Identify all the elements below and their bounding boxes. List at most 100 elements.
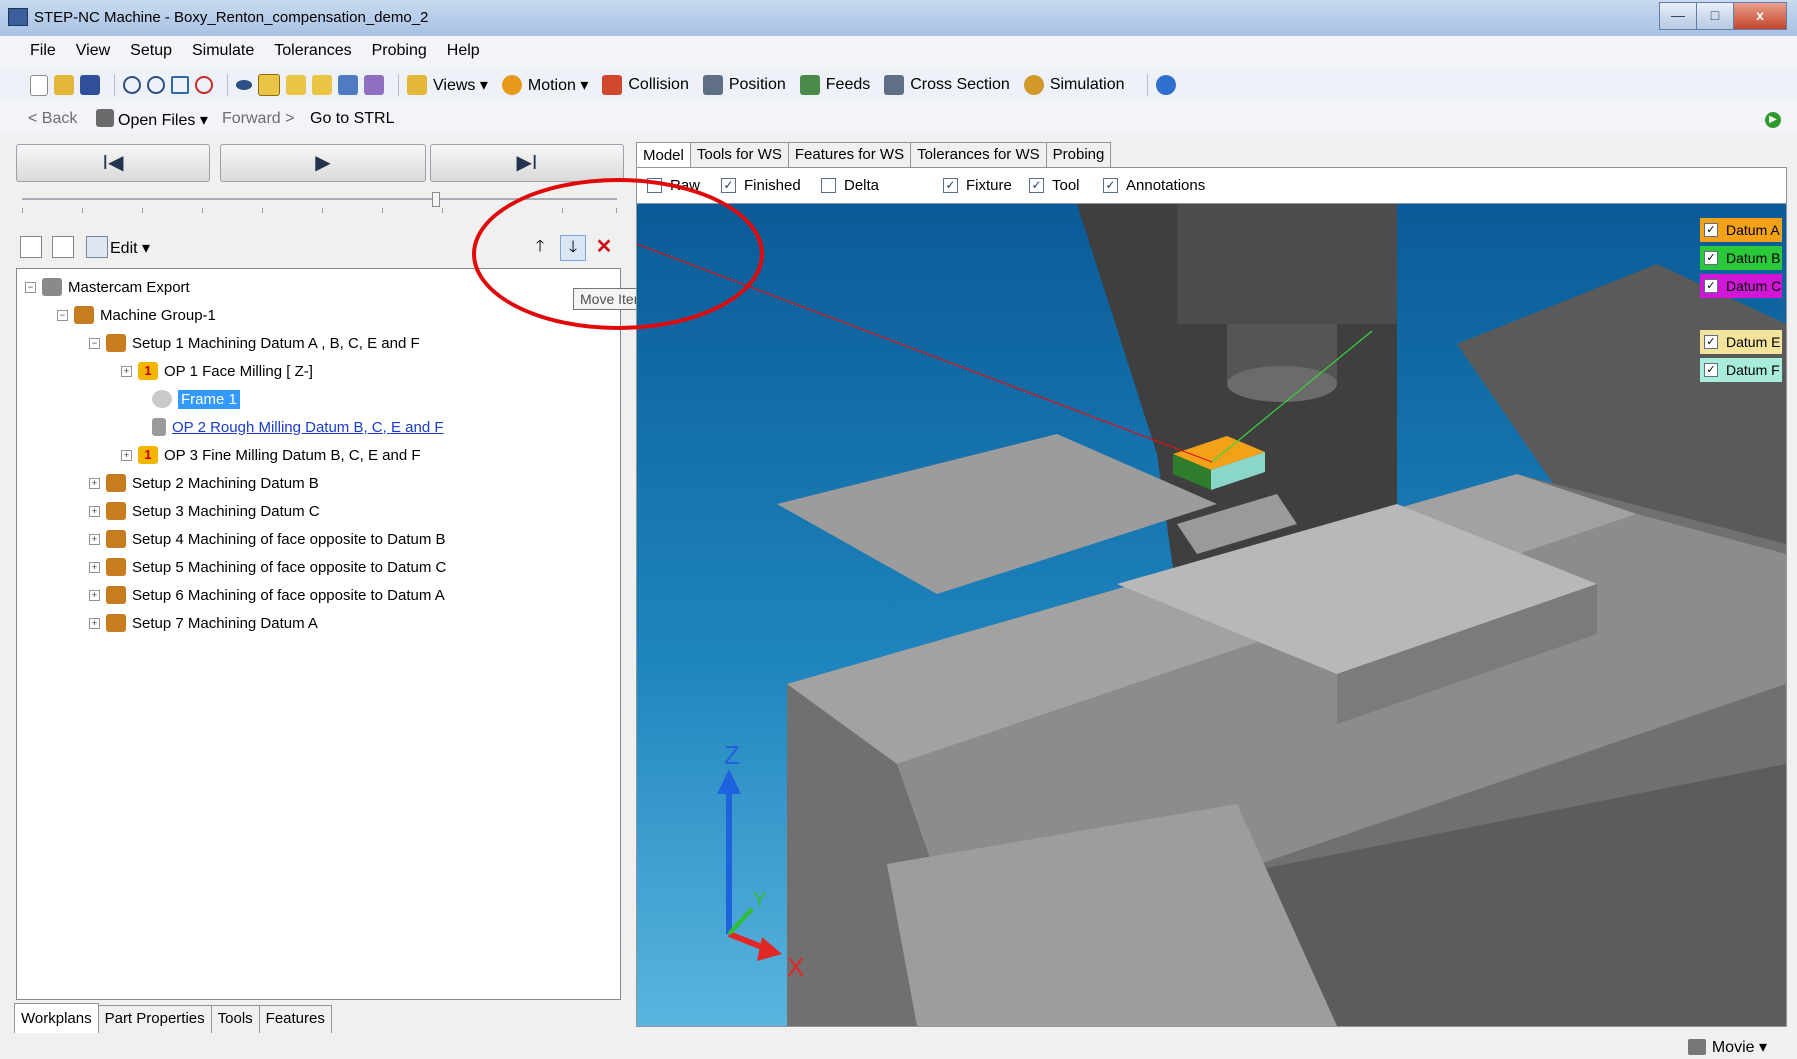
zoom-fit-icon[interactable]	[171, 76, 189, 94]
collision-button[interactable]: Collision	[628, 76, 688, 94]
finished-checkbox[interactable]: ✓ Finished	[721, 177, 801, 194]
tab-model[interactable]: Model	[636, 142, 691, 168]
3d-viewport[interactable]: Z Y X ✓ Datum A ✓ Datum B ✓ Datum C ✓ Datum …	[636, 203, 1787, 1027]
play-button[interactable]: ▶	[220, 144, 426, 182]
tree-node-setup-1[interactable]: − Setup 1 Machining Datum A , B, C, E an…	[89, 331, 420, 355]
position-button[interactable]: Position	[729, 76, 786, 94]
expand-icon[interactable]: +	[89, 589, 100, 601]
go-icon[interactable]: ▶	[1765, 112, 1781, 128]
tree-node-machine-group[interactable]: − Machine Group-1	[57, 303, 216, 327]
open-folder-icon[interactable]	[54, 75, 74, 95]
forward-button[interactable]: Forward >	[222, 110, 294, 128]
paste-icon[interactable]	[52, 236, 74, 258]
datum-e-toggle[interactable]: ✓ Datum E	[1700, 330, 1782, 354]
tree-node-root[interactable]: − Mastercam Export	[25, 275, 190, 299]
views-icon	[407, 75, 427, 95]
pan-icon[interactable]	[258, 74, 280, 96]
datum-b-toggle[interactable]: ✓ Datum B	[1700, 246, 1782, 270]
menu-help[interactable]: Help	[437, 36, 490, 60]
tab-tools-for-ws[interactable]: Tools for WS	[689, 142, 789, 168]
cross-section-icon	[884, 75, 905, 95]
views-menu[interactable]: Views ▾	[433, 75, 488, 95]
menu-file[interactable]: File	[0, 36, 66, 60]
open-files-menu[interactable]: Open Files ▾	[118, 110, 208, 130]
tree-label: Setup 4 Machining of face opposite to Da…	[132, 530, 446, 548]
tree-node-frame-1[interactable]: Frame 1	[152, 387, 240, 411]
datum-checkbox: ✓	[1704, 363, 1718, 377]
save-icon[interactable]	[80, 75, 100, 95]
menu-simulate[interactable]: Simulate	[182, 36, 264, 60]
feeds-button[interactable]: Feeds	[826, 76, 870, 94]
minimize-button[interactable]: —	[1659, 2, 1697, 30]
measure-icon[interactable]	[338, 75, 358, 95]
tree-node-setup-5[interactable]: + Setup 5 Machining of face opposite to …	[89, 555, 446, 579]
delta-checkbox[interactable]: Delta	[821, 177, 879, 194]
tab-tolerances-for-ws[interactable]: Tolerances for WS	[910, 142, 1047, 168]
collapse-icon[interactable]: −	[25, 281, 36, 293]
menu-view[interactable]: View	[66, 36, 120, 60]
cross-section-button[interactable]: Cross Section	[910, 76, 1010, 94]
copy-icon[interactable]	[20, 236, 42, 258]
datum-c-toggle[interactable]: ✓ Datum C	[1700, 274, 1782, 298]
fixture-checkbox[interactable]: ✓ Fixture	[943, 177, 1012, 194]
tab-probing[interactable]: Probing	[1045, 142, 1112, 168]
menu-setup[interactable]: Setup	[120, 36, 182, 60]
close-button[interactable]: x	[1733, 2, 1787, 30]
datum-a-toggle[interactable]: ✓ Datum A	[1700, 218, 1782, 242]
tree-node-setup-6[interactable]: + Setup 6 Machining of face opposite to …	[89, 583, 445, 607]
tree-node-setup-4[interactable]: + Setup 4 Machining of face opposite to …	[89, 527, 446, 551]
timeline-slider-knob[interactable]	[432, 192, 440, 207]
highlight-circle	[472, 178, 764, 330]
tab-features[interactable]: Features	[258, 1005, 332, 1033]
help-icon[interactable]	[1155, 75, 1176, 95]
navigation-bar: < Back Open Files ▾ Forward > Go to STRL…	[0, 102, 1797, 134]
checkbox-label: Fixture	[966, 177, 1012, 194]
simulation-button[interactable]: Simulation	[1050, 76, 1125, 94]
center-icon[interactable]	[195, 76, 213, 94]
inspect-icon[interactable]	[364, 75, 384, 95]
annotations-checkbox[interactable]: ✓ Annotations	[1103, 177, 1205, 194]
edit-menu[interactable]: Edit ▾	[110, 238, 150, 258]
tab-workplans[interactable]: Workplans	[14, 1003, 99, 1033]
expand-icon[interactable]: +	[89, 477, 100, 489]
tree-node-op-3[interactable]: + 1 OP 3 Fine Milling Datum B, C, E and …	[121, 443, 421, 467]
back-button[interactable]: < Back	[28, 110, 77, 128]
datum-f-toggle[interactable]: ✓ Datum F	[1700, 358, 1782, 382]
frame-icon	[152, 390, 172, 408]
spindle-bottom	[1227, 366, 1337, 402]
menu-tolerances[interactable]: Tolerances	[264, 36, 361, 60]
new-file-icon[interactable]	[30, 74, 48, 96]
tab-features-for-ws[interactable]: Features for WS	[787, 142, 912, 168]
collapse-icon[interactable]: −	[89, 337, 100, 349]
expand-icon[interactable]: +	[121, 365, 132, 377]
first-frame-button[interactable]: I◀	[16, 144, 210, 182]
movie-menu[interactable]: Movie ▾	[1687, 1037, 1767, 1057]
tab-part-properties[interactable]: Part Properties	[97, 1005, 212, 1033]
tree-node-op-2[interactable]: OP 2 Rough Milling Datum B, C, E and F	[152, 415, 444, 439]
tree-node-op-1[interactable]: + 1 OP 1 Face Milling [ Z-]	[121, 359, 313, 383]
tree-label: OP 2 Rough Milling Datum B, C, E and F	[172, 418, 444, 436]
tree-node-setup-3[interactable]: + Setup 3 Machining Datum C	[89, 499, 320, 523]
menu-probing[interactable]: Probing	[362, 36, 437, 60]
tree-label: Setup 3 Machining Datum C	[132, 502, 320, 520]
zoom-out-icon[interactable]	[147, 76, 165, 94]
tool-checkbox[interactable]: ✓ Tool	[1029, 177, 1080, 194]
expand-icon[interactable]: +	[89, 617, 100, 629]
tree-node-setup-7[interactable]: + Setup 7 Machining Datum A	[89, 611, 318, 635]
expand-icon[interactable]: +	[89, 505, 100, 517]
pick-icon[interactable]	[312, 75, 332, 95]
zoom-in-icon[interactable]	[123, 76, 141, 94]
select-icon[interactable]	[286, 75, 306, 95]
motion-menu[interactable]: Motion ▾	[528, 75, 589, 95]
go-to-strl-button[interactable]: Go to STRL	[310, 110, 394, 128]
expand-icon[interactable]: +	[121, 449, 132, 461]
expand-icon[interactable]: +	[89, 533, 100, 545]
collapse-icon[interactable]: −	[57, 309, 68, 321]
last-frame-button[interactable]: ▶I	[430, 144, 624, 182]
expand-icon[interactable]: +	[89, 561, 100, 573]
tree-node-setup-2[interactable]: + Setup 2 Machining Datum B	[89, 471, 319, 495]
tab-tools[interactable]: Tools	[210, 1005, 260, 1033]
rotate-icon[interactable]	[236, 80, 252, 90]
app-icon	[8, 8, 28, 26]
maximize-button[interactable]: □	[1696, 2, 1734, 30]
